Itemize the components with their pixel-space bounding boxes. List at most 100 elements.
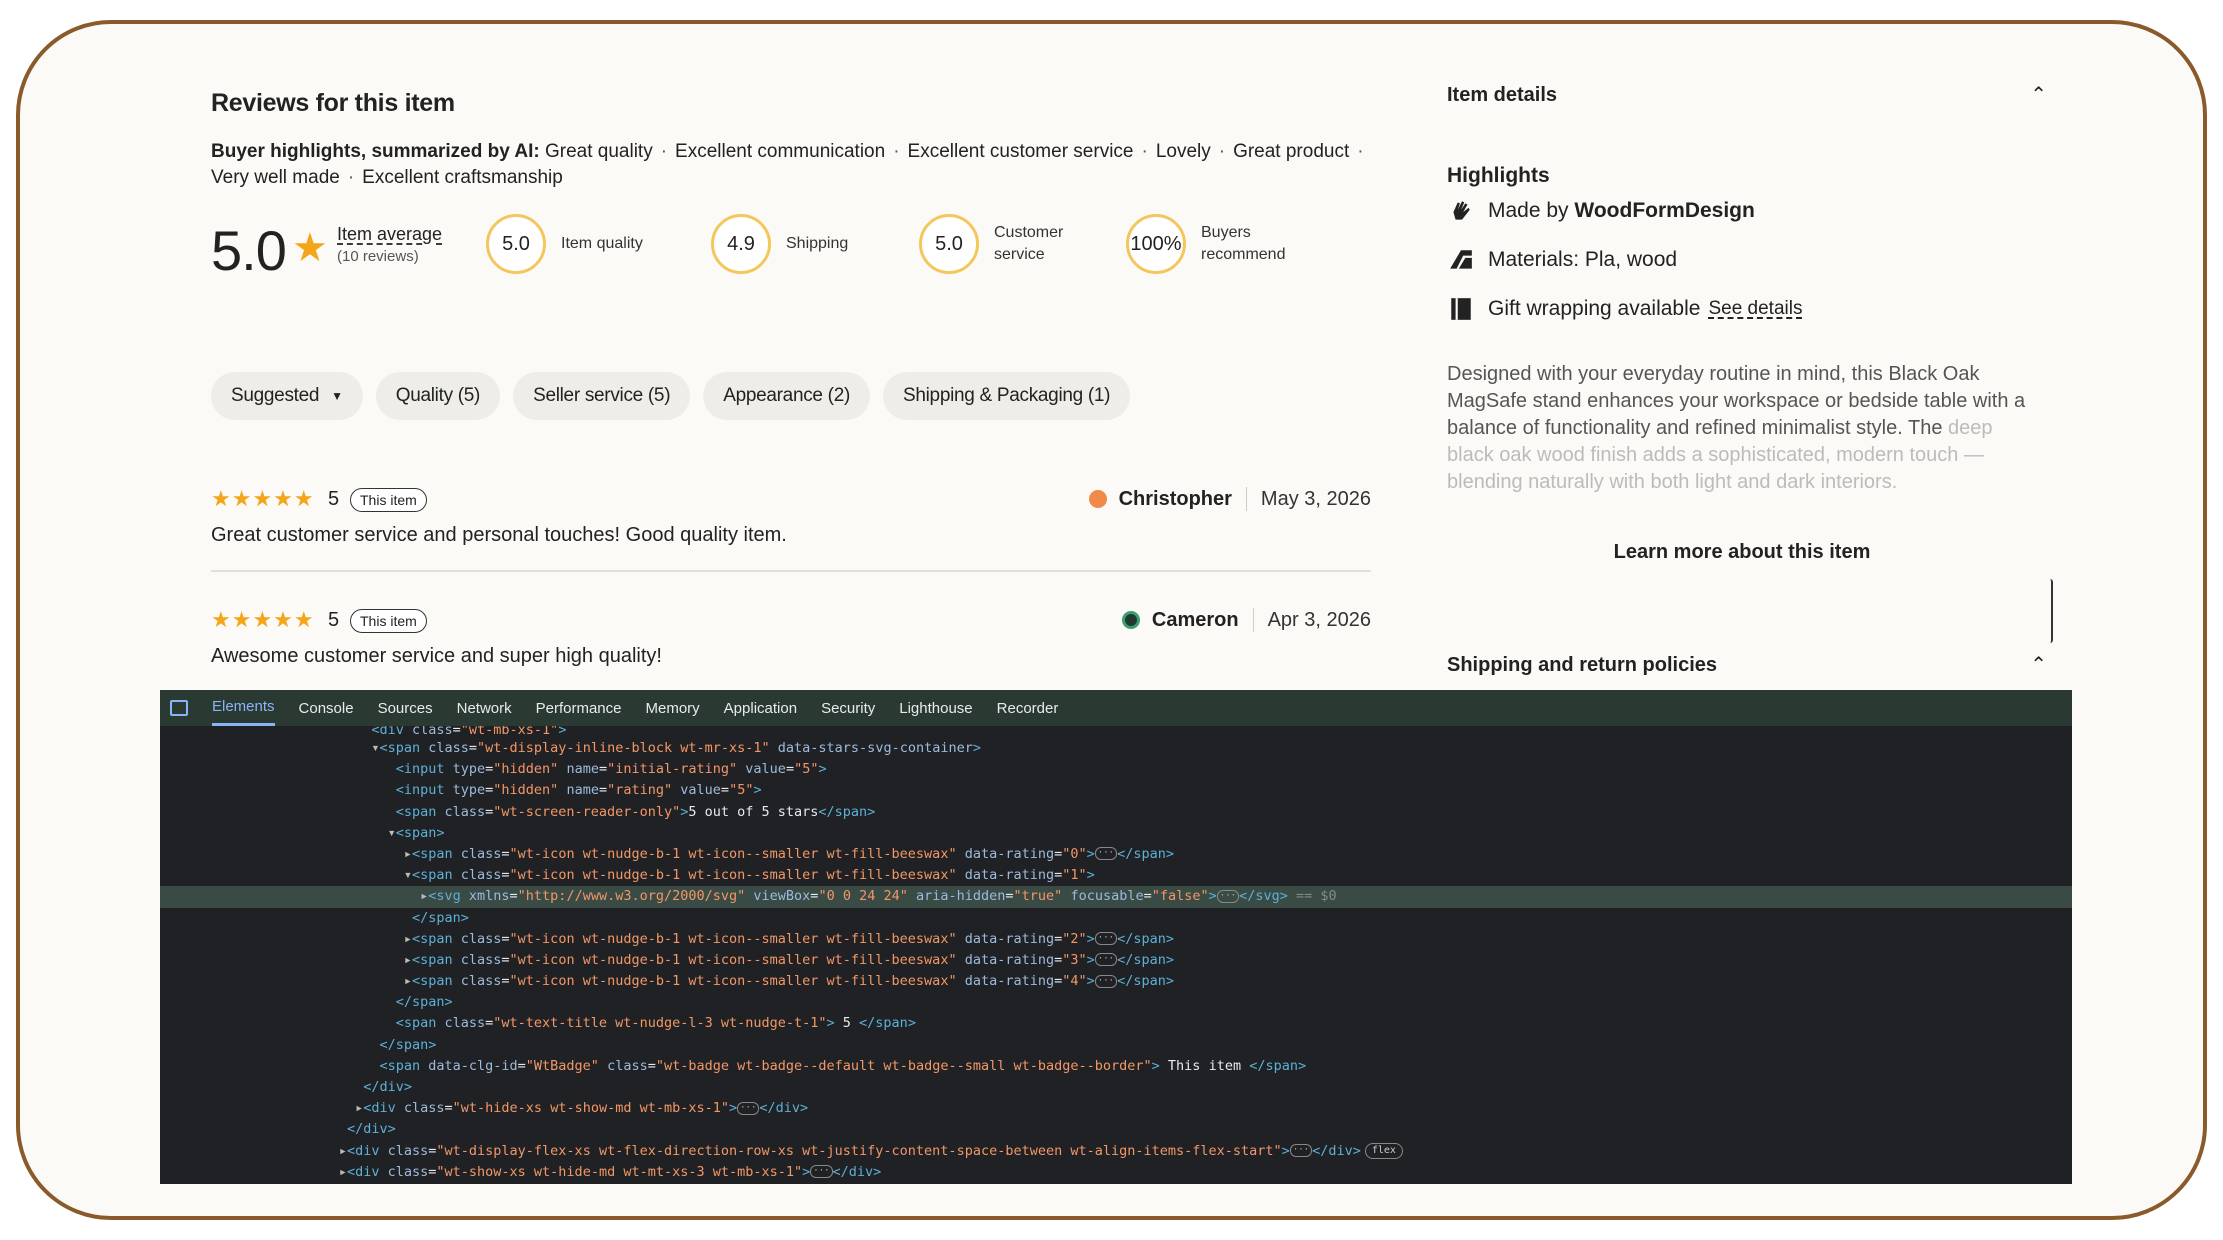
review-text: Awesome customer service and super high …	[211, 645, 662, 667]
highlight-item: Great product	[1233, 141, 1350, 162]
divider	[1252, 608, 1254, 632]
metric-score: 5.0	[919, 214, 979, 274]
tab-elements[interactable]: Elements	[212, 690, 275, 726]
review-meta: Christopher May 3, 2026	[1088, 487, 1371, 511]
review-author[interactable]: Christopher	[1119, 488, 1232, 511]
divider	[1245, 487, 1247, 511]
tab-security[interactable]: Security	[821, 690, 875, 726]
metric-score: 4.9	[711, 214, 771, 274]
highlight-item: Excellent customer service	[907, 141, 1134, 162]
highlight-gift-wrapping: Gift wrapping available See details	[1447, 295, 1802, 323]
shipping-policies-header[interactable]: Shipping and return policies	[1447, 654, 1717, 677]
dom-node[interactable]: <span class="wt-screen-reader-only">5 ou…	[160, 802, 2072, 823]
gift-icon	[1447, 295, 1475, 323]
learn-more-button[interactable]: Learn more about this item	[1447, 541, 2037, 564]
dom-node[interactable]: </span>	[160, 992, 2072, 1013]
scroll-indicator	[2050, 579, 2053, 643]
shop-name[interactable]: WoodFormDesign	[1574, 199, 1754, 223]
dom-node[interactable]: </span>	[160, 908, 2072, 929]
tab-application[interactable]: Application	[724, 690, 797, 726]
metric-shipping: 4.9 Shipping	[711, 212, 848, 276]
tab-console[interactable]: Console	[299, 690, 354, 726]
see-details-link[interactable]: See details	[1708, 298, 1802, 320]
dom-node[interactable]: ▸<div class="wt-hide-xs wt-show-md wt-mb…	[160, 1098, 2072, 1119]
highlight-item: Excellent craftsmanship	[362, 167, 563, 188]
tab-network[interactable]: Network	[457, 690, 512, 726]
devtools-panel: Elements Console Sources Network Perform…	[160, 690, 2072, 1184]
review-text: Great customer service and personal touc…	[211, 524, 787, 546]
this-item-badge: This item	[350, 488, 427, 512]
avatar	[1088, 490, 1107, 508]
dom-node[interactable]: ▸<span class="wt-icon wt-nudge-b-1 wt-ic…	[160, 950, 2072, 971]
item-average[interactable]: Item average (10 reviews)	[337, 224, 442, 265]
dom-node[interactable]: ▸<span class="wt-icon wt-nudge-b-1 wt-ic…	[160, 971, 2072, 992]
metric-item-quality: 5.0 Item quality	[486, 212, 643, 276]
highlight-item: Very well made	[211, 167, 340, 188]
hand-icon	[1447, 197, 1475, 225]
review-item: ★★★★★ 5 This item Christopher May 3, 202…	[211, 486, 1371, 572]
chevron-up-icon[interactable]: ⌃	[2030, 82, 2047, 107]
dom-node[interactable]: <span class="wt-text-title wt-nudge-l-3 …	[160, 1013, 2072, 1034]
dom-node[interactable]: <input type="hidden" name="initial-ratin…	[160, 759, 2072, 780]
metric-customer-service: 5.0 Customer service	[919, 212, 1063, 276]
rating-stars: ★★★★★	[211, 607, 315, 632]
review-date: May 3, 2026	[1260, 487, 1371, 510]
highlight-materials: Materials: Pla, wood	[1447, 246, 1677, 274]
item-description: Designed with your everyday routine in m…	[1447, 363, 2026, 493]
filter-quality[interactable]: Quality (5)	[375, 372, 501, 420]
review-item: ★★★★★ 5 This item Cameron Apr 3, 2026 Aw…	[211, 607, 1371, 693]
dom-node[interactable]: <input type="hidden" name="rating" value…	[160, 780, 2072, 801]
highlight-item: Lovely	[1155, 141, 1211, 162]
rating-value: 5	[328, 609, 340, 631]
dom-node[interactable]: ▸<span class="wt-icon wt-nudge-b-1 wt-ic…	[160, 844, 2072, 865]
dom-node[interactable]: </span>	[160, 1035, 2072, 1056]
chevron-down-icon: ▼	[331, 389, 343, 403]
metric-label: Customer service	[994, 224, 1064, 263]
page-frame: Reviews for this item Buyer highlights, …	[16, 20, 2207, 1220]
dom-node[interactable]: ▸<div class="wt-show-xs wt-hide-md wt-mt…	[160, 1162, 2072, 1183]
filter-suggested[interactable]: Suggested ▼	[211, 372, 363, 420]
filter-seller-service[interactable]: Seller service (5)	[513, 372, 691, 420]
item-average-label[interactable]: Item average	[337, 224, 442, 244]
dom-node[interactable]: </div>	[160, 1119, 2072, 1140]
metric-label: Buyers recommend	[1201, 224, 1286, 263]
review-filters: Suggested ▼ Quality (5) Seller service (5…	[211, 372, 1131, 420]
highlight-made-by: Made by WoodFormDesign	[1447, 197, 1755, 225]
metric-score: 5.0	[486, 214, 546, 274]
dom-node[interactable]: ▸<span class="wt-icon wt-nudge-b-1 wt-ic…	[160, 929, 2072, 950]
filter-shipping-packaging[interactable]: Shipping & Packaging (1)	[883, 372, 1131, 420]
inspect-element-icon[interactable]	[170, 700, 188, 716]
dom-node[interactable]: <div class="wt-mb-xs-1">	[160, 726, 2072, 738]
metric-buyers-recommend: 100% Buyers recommend	[1126, 212, 1285, 276]
dom-node-selected[interactable]: ▸<svg xmlns="http://www.w3.org/2000/svg"…	[160, 886, 2072, 908]
materials-icon	[1447, 246, 1475, 274]
filter-appearance[interactable]: Appearance (2)	[703, 372, 870, 420]
metric-score: 100%	[1126, 214, 1186, 274]
dom-node[interactable]: ▾<span>	[160, 823, 2072, 844]
tab-performance[interactable]: Performance	[536, 690, 622, 726]
this-item-badge: This item	[350, 609, 427, 633]
dom-node[interactable]: ▾<span class="wt-icon wt-nudge-b-1 wt-ic…	[160, 865, 2072, 886]
rating-stars: ★★★★★	[211, 486, 315, 511]
dom-node[interactable]: <span data-clg-id="WtBadge" class="wt-ba…	[160, 1056, 2072, 1077]
tab-lighthouse[interactable]: Lighthouse	[899, 690, 972, 726]
chevron-up-icon[interactable]: ⌃	[2030, 652, 2047, 677]
metric-label: Shipping	[786, 235, 849, 252]
tab-memory[interactable]: Memory	[646, 690, 700, 726]
dom-node[interactable]: </div>	[160, 1077, 2072, 1098]
tab-recorder[interactable]: Recorder	[997, 690, 1059, 726]
tab-sources[interactable]: Sources	[378, 690, 433, 726]
star-icon: ★	[292, 226, 328, 270]
avatar	[1121, 611, 1140, 629]
devtools-tabbar: Elements Console Sources Network Perform…	[160, 690, 2072, 726]
review-date: Apr 3, 2026	[1267, 608, 1371, 631]
metric-label: Item quality	[561, 235, 643, 252]
rating-value: 5	[328, 488, 340, 510]
dom-node[interactable]: ▾<span class="wt-display-inline-block wt…	[160, 738, 2072, 759]
buyer-highlights: Buyer highlights, summarized by AI: Grea…	[211, 141, 1364, 188]
buyer-highlights-label: Buyer highlights, summarized by AI:	[211, 141, 540, 162]
item-details-header[interactable]: Item details	[1447, 84, 1557, 107]
highlight-item: Excellent communication	[675, 141, 886, 162]
dom-node[interactable]: ▸<div class="wt-display-flex-xs wt-flex-…	[160, 1141, 2072, 1162]
review-author[interactable]: Cameron	[1152, 609, 1239, 632]
